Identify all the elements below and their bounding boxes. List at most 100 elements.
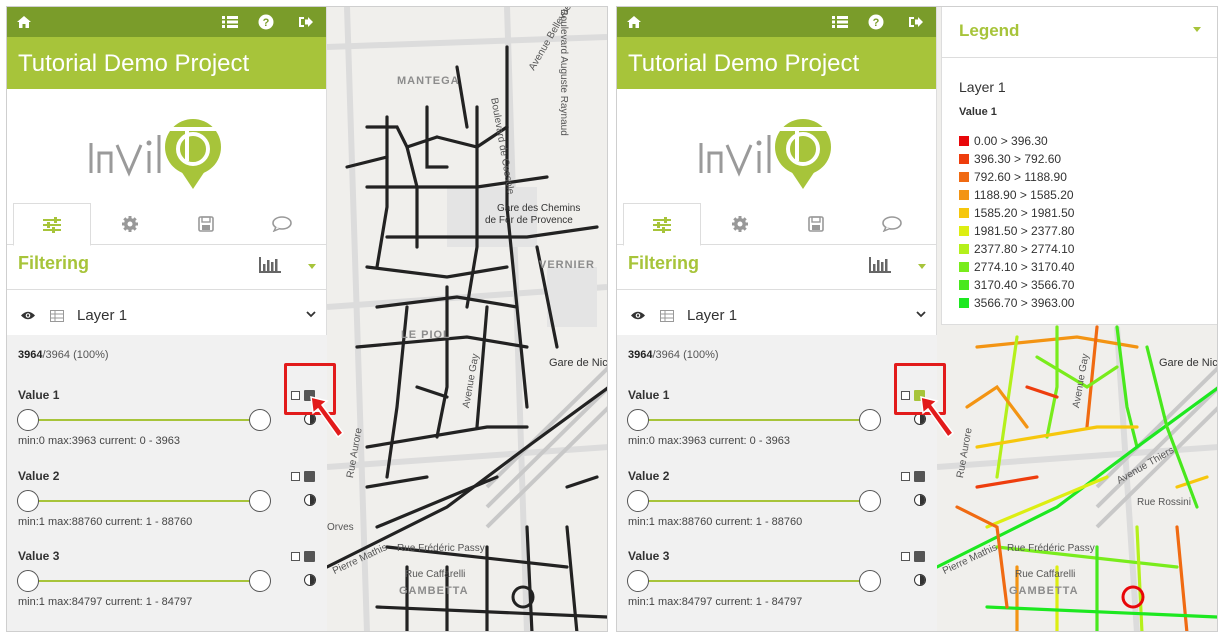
tab-settings[interactable] [701,203,779,245]
value-1-min-handle[interactable] [627,409,649,431]
value-2-range: min:1 max:88760 current: 1 - 88760 [628,516,803,528]
legend-item-label: 792.60 > 1188.90 [974,170,1067,184]
legend-swatch [959,154,969,164]
legend-item: 792.60 > 1188.90 [959,168,1074,186]
comment-icon [882,216,902,232]
logout-icon[interactable] [907,13,925,31]
legend-swatch [959,262,969,272]
value-2-label: Value 2 [18,469,60,483]
legend-swatch [959,226,969,236]
tab-filter[interactable] [623,203,701,246]
top-toolbar: ? [617,7,936,37]
value-1-slider[interactable] [639,419,871,421]
value-1-min-handle[interactable] [17,409,39,431]
filter-area: 3964/3964 (100%) Value 1 min:0 max:3963 … [617,335,937,631]
map-view[interactable]: MANTEGA VERNIER LE PIOL GAMBETTA Gare de… [327,7,607,631]
value-3-min-handle[interactable] [627,570,649,592]
home-icon[interactable] [625,13,643,31]
map-label-gambetta: GAMBETTA [399,585,469,597]
filter-area: 3964/3964 (100%) Value 1 min:0 max:3963 … [7,335,327,631]
value-3-max-handle[interactable] [859,570,881,592]
value-1-slider[interactable] [29,419,261,421]
legend-title: Legend [959,21,1020,40]
legend-item-label: 3170.40 > 3566.70 [974,278,1075,292]
list-icon[interactable] [221,13,239,31]
value-2-slider[interactable] [639,500,871,502]
tab-save[interactable] [167,203,245,245]
value-2-slider[interactable] [29,500,261,502]
value-3-checkbox[interactable] [291,552,300,561]
chevron-down-icon[interactable] [916,309,926,321]
map-label-orves: Orves [327,522,354,533]
legend-item-label: 1188.90 > 1585.20 [974,188,1074,202]
eye-icon[interactable] [20,310,36,321]
project-title: Tutorial Demo Project [617,37,936,89]
divider [617,289,937,290]
sliders-icon [653,216,671,233]
value-2-checkbox[interactable] [901,472,910,481]
svg-text:?: ? [263,17,270,29]
list-icon[interactable] [831,13,849,31]
filtering-dropdown-icon[interactable] [308,264,316,269]
layer-row[interactable]: Layer 1 [7,297,327,335]
tab-settings[interactable] [91,203,169,245]
bar-chart-icon[interactable] [869,257,891,273]
table-icon[interactable] [660,310,674,322]
feature-count: 3964/3964 (100%) [628,349,719,361]
tab-save[interactable] [777,203,855,245]
chevron-down-icon[interactable] [306,309,316,321]
tab-comments[interactable] [243,203,321,245]
tab-filter[interactable] [13,203,91,246]
legend-dropdown-icon[interactable] [1193,27,1201,32]
value-2-contrast-icon[interactable] [914,494,926,506]
table-icon[interactable] [50,310,64,322]
value-3-slider[interactable] [29,580,261,582]
value-3-min-handle[interactable] [17,570,39,592]
value-3-checkbox[interactable] [901,552,910,561]
side-panel: ? Tutorial Demo Project Filtering Layer … [7,7,327,631]
map-label-le-piol: LE PIOL [401,329,451,341]
value-2-color-toggle[interactable] [304,471,315,482]
value-3-contrast-icon[interactable] [304,574,316,586]
value-3-max-handle[interactable] [249,570,271,592]
legend-swatch [959,190,969,200]
value-3-contrast-icon[interactable] [914,574,926,586]
bar-chart-icon[interactable] [259,257,281,273]
gear-icon [122,216,138,232]
value-2-max-handle[interactable] [249,490,271,512]
map-label-rue-caffarelli: Rue Caffarelli [405,569,466,580]
screenshot-before: MANTEGA VERNIER LE PIOL GAMBETTA Gare de… [6,6,608,632]
filtering-title: Filtering [628,253,699,273]
legend-item-label: 0.00 > 396.30 [974,134,1048,148]
value-3-slider[interactable] [639,580,871,582]
help-icon[interactable]: ? [257,13,275,31]
value-1-max-handle[interactable] [859,409,881,431]
value-2-min-handle[interactable] [627,490,649,512]
value-1-range: min:0 max:3963 current: 0 - 3963 [18,435,181,447]
map-label-gare-chemins-2: de Fer de Provence [485,215,573,226]
value-1-max-handle[interactable] [249,409,271,431]
tab-comments[interactable] [853,203,931,245]
value-2-color-toggle[interactable] [914,471,925,482]
filtering-dropdown-icon[interactable] [918,264,926,269]
top-toolbar: ? [7,7,326,37]
value-3-color-toggle[interactable] [304,551,315,562]
layer-row[interactable]: Layer 1 [617,297,937,335]
home-icon[interactable] [15,13,33,31]
legend-value-name: Value 1 [959,106,997,118]
value-2-max-handle[interactable] [859,490,881,512]
legend-swatch [959,280,969,290]
legend-item: 3170.40 > 3566.70 [959,276,1074,294]
logout-icon[interactable] [297,13,315,31]
value-2-contrast-icon[interactable] [304,494,316,506]
value-2-min-handle[interactable] [17,490,39,512]
eye-icon[interactable] [630,310,646,321]
legend-item: 396.30 > 792.60 [959,150,1074,168]
count-shown: 3964 [18,349,43,361]
value-3-color-toggle[interactable] [914,551,925,562]
help-icon[interactable]: ? [867,13,885,31]
invito-logo [699,113,849,193]
legend-item: 2774.10 > 3170.40 [959,258,1074,276]
value-2-checkbox[interactable] [291,472,300,481]
legend-divider [942,57,1217,58]
